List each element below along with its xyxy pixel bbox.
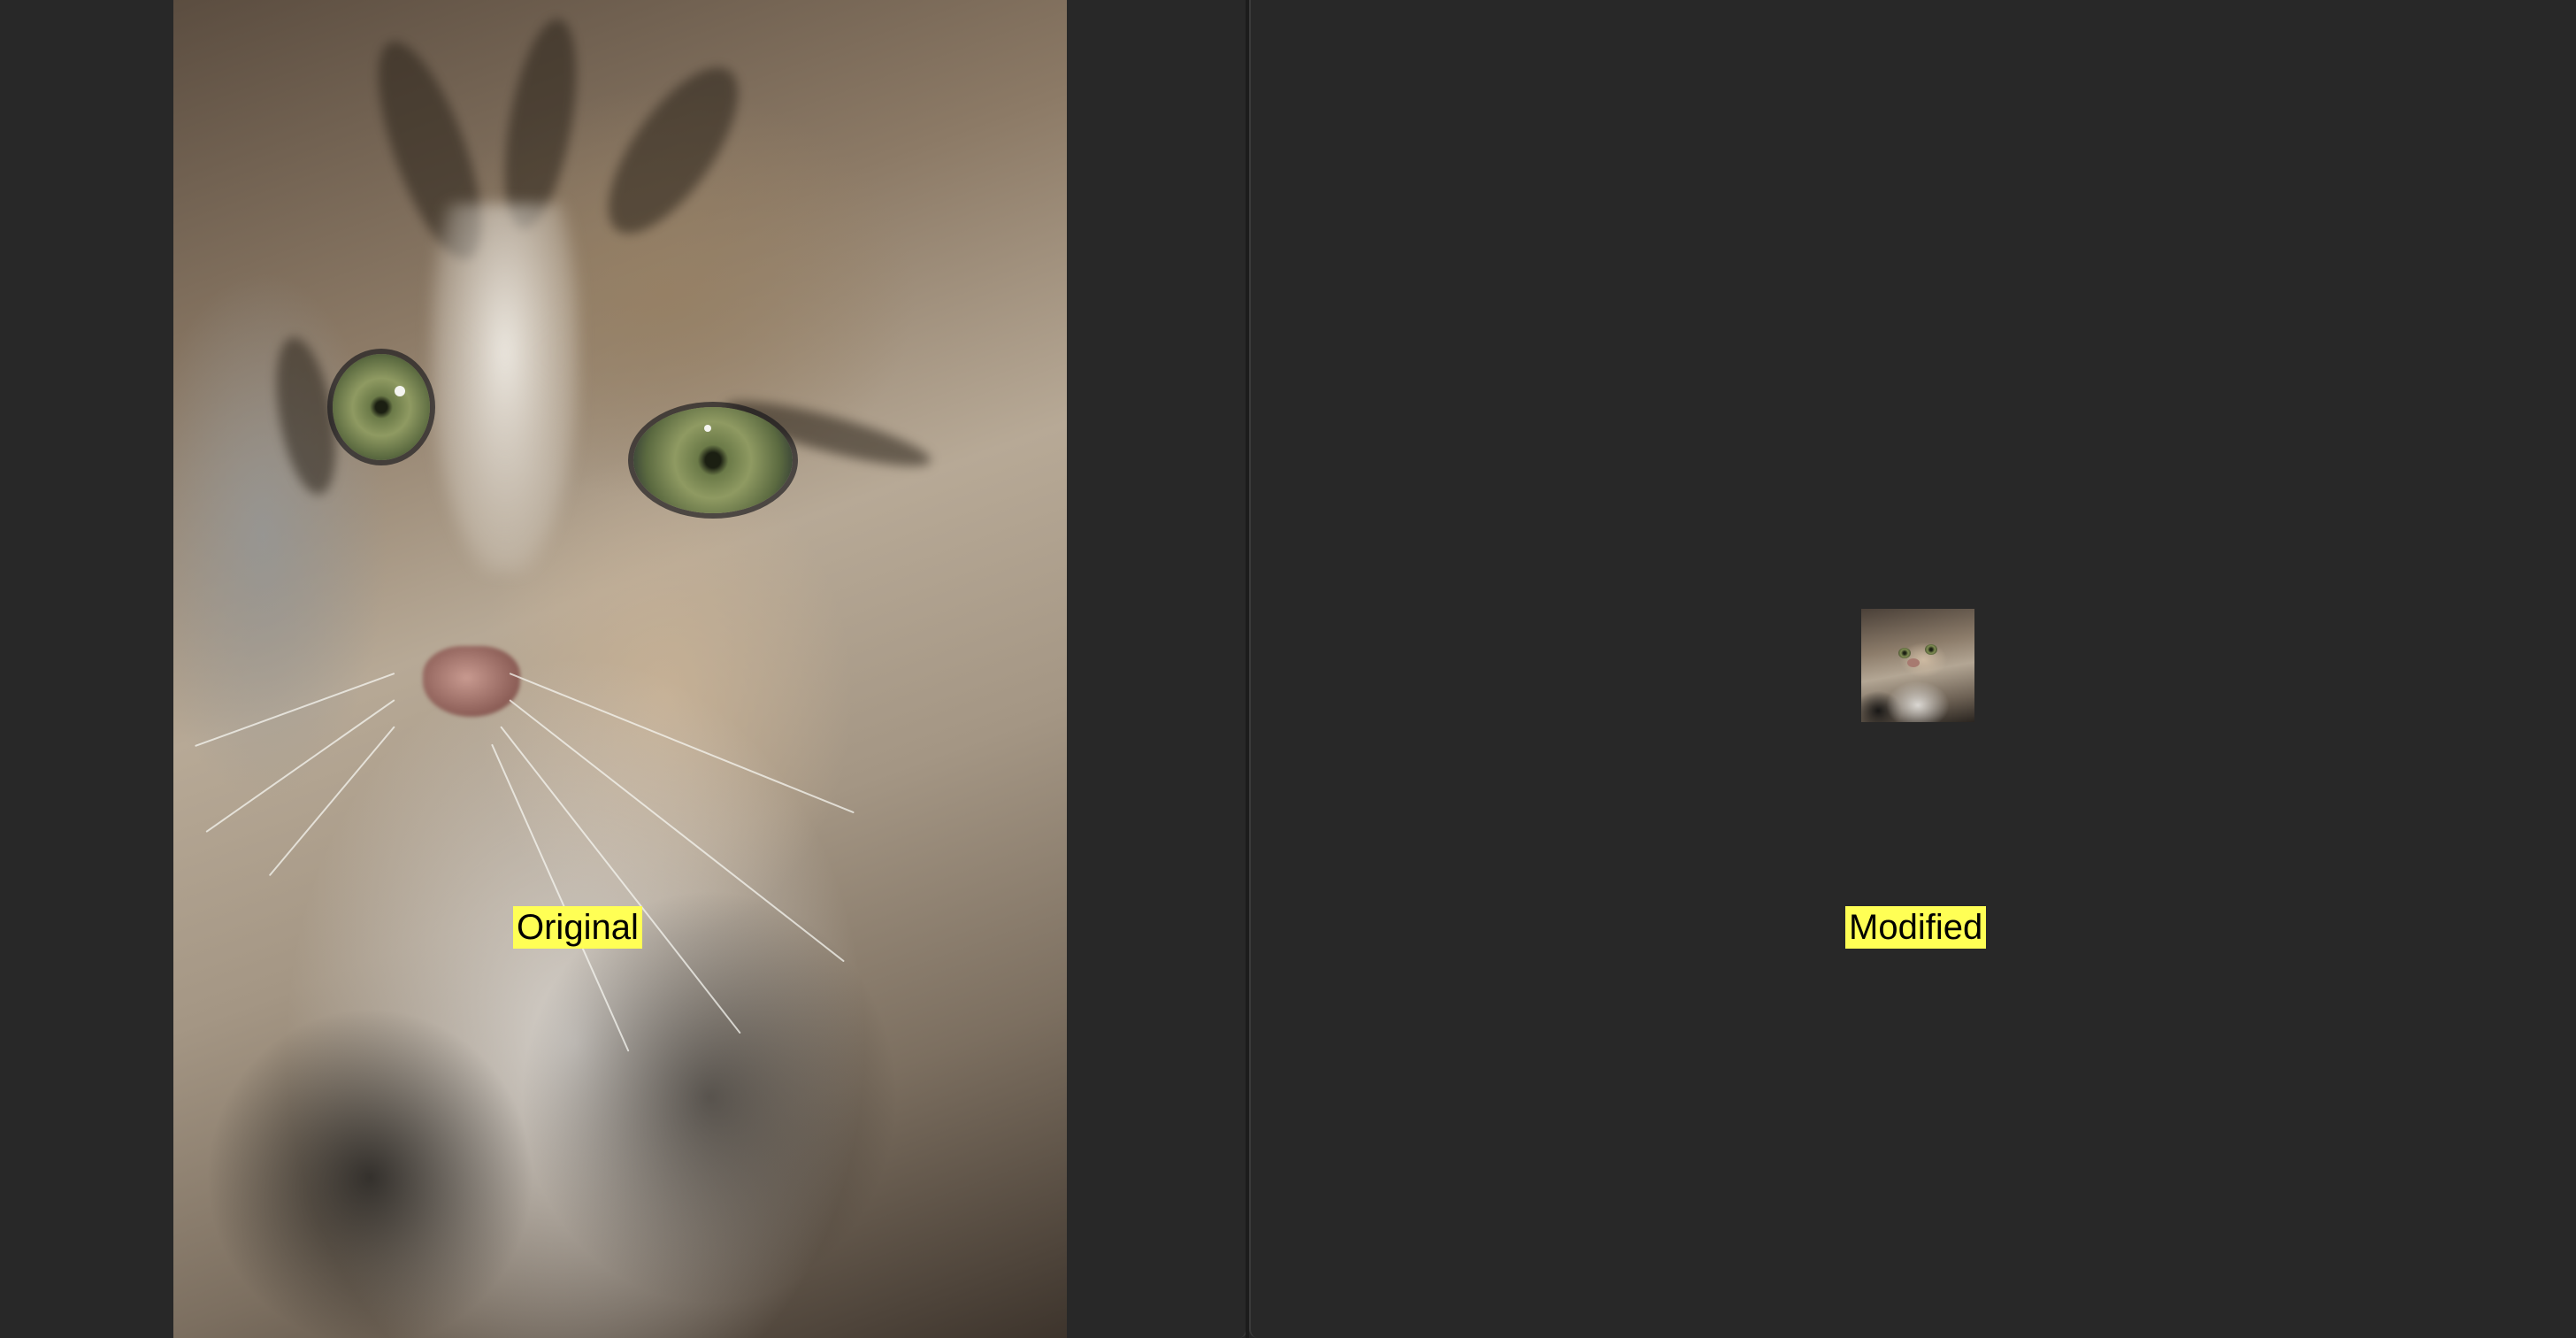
modified-label: Modified [1845,906,1987,949]
modified-pane: Modified [1249,0,2576,1338]
original-label: Original [513,906,642,949]
original-pane: Original [0,0,1247,1338]
original-kitten-image [173,0,1067,1338]
modified-kitten-thumbnail [1861,609,1974,722]
